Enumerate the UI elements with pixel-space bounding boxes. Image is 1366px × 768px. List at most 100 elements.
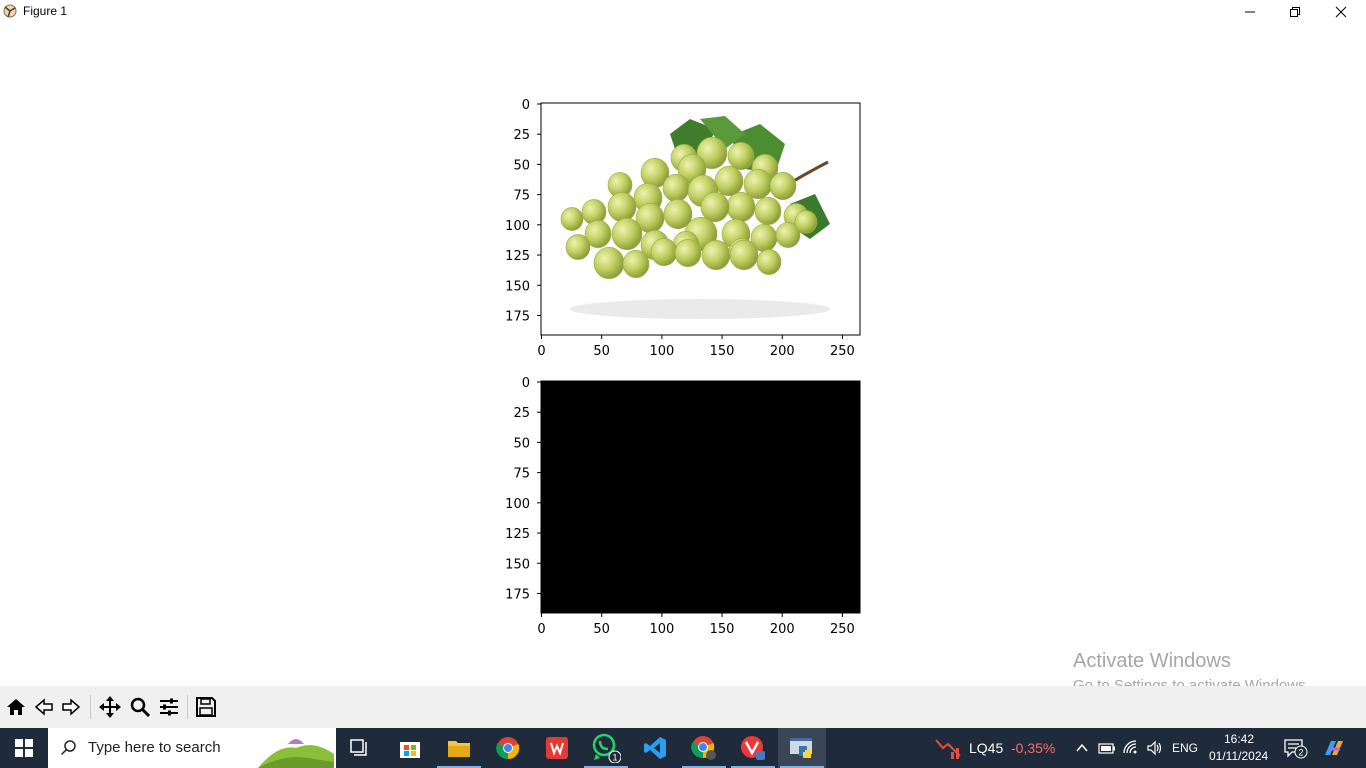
- minimize-button[interactable]: [1227, 0, 1273, 24]
- x-tick-label: 200: [770, 344, 795, 359]
- y-tick-label: 125: [505, 249, 530, 264]
- grape-berry: [701, 240, 731, 271]
- figure-canvas[interactable]: 0 25 50 75 100 125 150 175 0 50 100 150 200 250 0 25 5…: [0, 24, 1366, 686]
- file-explorer-icon: [448, 741, 470, 757]
- python-icon: [790, 738, 812, 758]
- home-button[interactable]: [3, 694, 29, 720]
- y-ticks-bottom: 0 25 50 75 100 125 150 175: [505, 376, 541, 602]
- grape-berry: [794, 210, 818, 234]
- close-icon: [1335, 6, 1347, 18]
- subplot-bottom: 0 25 50 75 100 125 150 175 0 50 100 150 200 250: [505, 376, 861, 637]
- taskbar-app-vscode[interactable]: [631, 728, 679, 768]
- y-tick-label: 50: [513, 158, 530, 173]
- close-button[interactable]: [1318, 0, 1364, 24]
- y-tick-label: 25: [513, 128, 530, 143]
- search-icon: [60, 740, 76, 756]
- vscode-icon: [644, 737, 666, 759]
- y-tick-label: 0: [522, 98, 530, 113]
- wps-office-icon: [546, 737, 568, 759]
- taskbar-app-wps[interactable]: [533, 728, 581, 768]
- forward-icon: [62, 698, 81, 716]
- clock-date[interactable]: 01/11/2024: [1209, 749, 1268, 763]
- volume-icon[interactable]: [1146, 739, 1164, 757]
- window-titlebar: Figure 1: [0, 0, 1366, 24]
- whatsapp-badge: 1: [612, 753, 617, 763]
- y-tick-label: 100: [505, 497, 530, 512]
- zoom-button[interactable]: [127, 694, 153, 720]
- task-view-icon: [350, 739, 367, 756]
- grape-berry: [714, 166, 744, 197]
- navigation-toolbar: [0, 686, 1366, 728]
- black-image: [540, 380, 861, 614]
- configure-subplots-button[interactable]: [156, 694, 182, 720]
- grape-berry: [726, 192, 756, 223]
- back-button[interactable]: [31, 694, 57, 720]
- grape-berry: [622, 250, 650, 278]
- search-placeholder: Type here to search: [88, 739, 221, 756]
- pan-button[interactable]: [97, 694, 123, 720]
- grape-berry: [727, 142, 755, 170]
- chrome-profile-icon: [691, 736, 716, 760]
- task-view-button[interactable]: [336, 728, 384, 768]
- taskbar-app-python-active[interactable]: [778, 728, 826, 768]
- y-tick-label: 75: [513, 189, 530, 204]
- y-tick-label: 175: [505, 309, 530, 324]
- restore-icon: [1290, 7, 1300, 17]
- taskbar-app-vivaldi[interactable]: [729, 728, 777, 768]
- stock-change[interactable]: -0,35%: [1011, 740, 1055, 756]
- copilot-icon[interactable]: [1322, 737, 1346, 759]
- y-tick-label: 175: [505, 587, 530, 602]
- zoom-icon: [130, 697, 151, 718]
- windows-logo-icon: [15, 739, 33, 757]
- taskbar-app-store[interactable]: [386, 728, 434, 768]
- watermark-line1: Activate Windows: [1073, 650, 1231, 672]
- save-button[interactable]: [193, 694, 219, 720]
- stock-name[interactable]: LQ45: [969, 740, 1003, 756]
- grape-berry: [769, 172, 797, 200]
- grape-berry: [607, 192, 637, 223]
- whatsapp-icon: 1: [592, 733, 621, 763]
- window-title: Figure 1: [23, 4, 68, 18]
- wifi-icon[interactable]: [1122, 739, 1140, 757]
- grape-berry: [729, 240, 759, 271]
- configure-subplots-icon: [160, 698, 178, 716]
- x-ticks-top: 0 50 100 150 200 250: [537, 335, 855, 359]
- minimize-icon: [1245, 11, 1255, 13]
- grape-berry: [611, 217, 643, 251]
- taskbar-app-file-explorer[interactable]: [435, 728, 483, 768]
- x-ticks-bottom: 0 50 100 150 200 250: [537, 613, 855, 637]
- forward-button[interactable]: [58, 694, 84, 720]
- x-tick-label: 150: [710, 622, 735, 637]
- y-tick-label: 0: [522, 376, 530, 391]
- notification-count: 2: [1298, 748, 1303, 758]
- taskbar-app-chrome[interactable]: [484, 728, 532, 768]
- language-indicator[interactable]: ENG: [1172, 741, 1198, 755]
- clock-time[interactable]: 16:42: [1224, 732, 1254, 746]
- home-icon: [7, 699, 25, 715]
- microsoft-store-icon: [400, 742, 420, 758]
- y-tick-label: 125: [505, 527, 530, 542]
- toolbar-separator: [187, 695, 188, 719]
- taskbar: Type here to search 1 LQ45 -0,35% ENG 16…: [0, 728, 1366, 768]
- matplotlib-app-icon: [3, 4, 17, 18]
- x-tick-label: 100: [649, 622, 674, 637]
- x-tick-label: 250: [830, 622, 855, 637]
- x-tick-label: 0: [537, 344, 545, 359]
- start-button[interactable]: [0, 728, 48, 768]
- battery-icon[interactable]: [1098, 740, 1116, 756]
- vivaldi-icon: [741, 736, 765, 760]
- stock-chart-icon: [935, 739, 961, 759]
- taskbar-app-chrome-profile[interactable]: [680, 728, 728, 768]
- chrome-icon: [496, 737, 520, 760]
- y-tick-label: 100: [505, 219, 530, 234]
- y-tick-label: 150: [505, 279, 530, 294]
- restore-button[interactable]: [1272, 0, 1318, 24]
- taskbar-search-box[interactable]: Type here to search: [48, 728, 336, 768]
- y-tick-label: 150: [505, 557, 530, 572]
- chevron-up-icon[interactable]: [1075, 741, 1089, 755]
- grape-berry: [560, 207, 584, 231]
- notification-center-icon[interactable]: 2: [1283, 737, 1311, 761]
- taskbar-app-whatsapp[interactable]: 1: [582, 728, 630, 768]
- grape-berry: [565, 234, 591, 260]
- x-tick-label: 250: [830, 344, 855, 359]
